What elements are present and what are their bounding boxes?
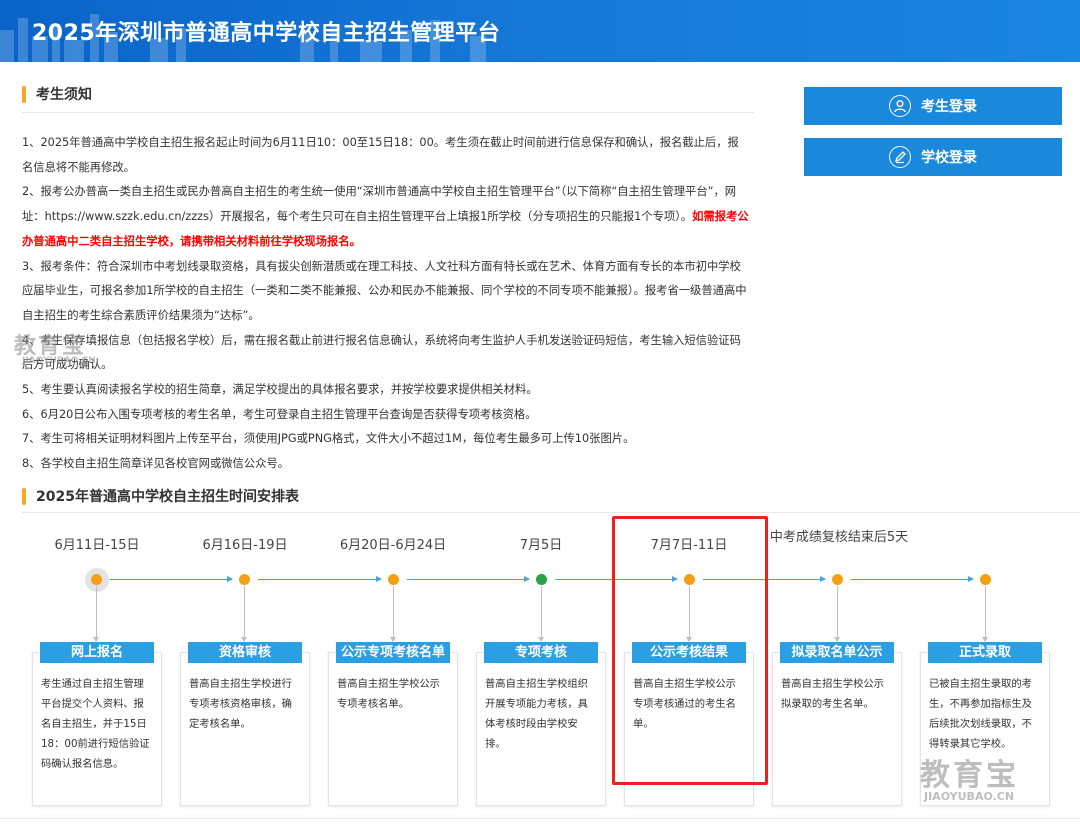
timeline-connector [93, 586, 99, 642]
step-label-4: 专项考核 [484, 642, 598, 663]
timeline-card-desc: 普高自主招生学校进行专项考核资格审核，确定考核名单。 [189, 678, 292, 730]
notice-item-3: 3、报考条件：符合深圳市中考划线录取资格，具有拔尖创新潜质或在理工科技、人文社科… [22, 259, 747, 322]
timeline-arrow-3 [407, 576, 530, 582]
notice-item-6: 6、6月20日公布入围专项考核的考生名单，考生可登录自主招生管理平台查询是否获得… [22, 407, 537, 421]
watermark-url: JIAOYUBAO.CN [22, 356, 96, 366]
timeline-arrow-2 [258, 576, 382, 582]
page-title: 2025年深圳市普通高中学校自主招生管理平台 [32, 21, 501, 46]
timeline-connector [241, 586, 247, 642]
pencil-icon [889, 146, 911, 168]
notice-item-2: 2、报考公办普高一类自主招生或民办普高自主招生的考生统一使用“深圳市普通高中学校… [22, 180, 750, 254]
bottom-divider [0, 818, 1080, 819]
notice-title-text: 考生须知 [36, 87, 92, 103]
school-login-button[interactable]: 学校登录 [804, 138, 1062, 176]
school-login-label: 学校登录 [921, 150, 977, 166]
watermark-logo: 教育宝 [920, 758, 1019, 793]
page-header: 2025年深圳市普通高中学校自主招生管理平台 [0, 0, 1080, 62]
notice-item-4: 4、考生保存填报信息（包括报名学校）后，需在报名截止前进行报名信息确认，系统将向… [22, 333, 741, 372]
timeline-connector [834, 586, 840, 642]
timeline-dot-6 [832, 574, 843, 585]
user-icon [889, 95, 911, 117]
student-login-button[interactable]: 考生登录 [804, 87, 1062, 125]
timeline-dot-2 [239, 574, 250, 585]
timeline-date-2: 6月16日-19日 [202, 538, 288, 553]
notice-section-title: 考生须知 [22, 84, 92, 104]
schedule-title-text: 2025年普通高中学校自主招生时间安排表 [36, 489, 299, 505]
timeline-card-3: 普高自主招生学校公示专项考核名单。 [328, 652, 458, 806]
timeline-card-desc: 考生通过自主招生管理平台提交个人资料、报名自主招生，并于15日18：00前进行短… [41, 678, 150, 770]
timeline-dot-3 [388, 574, 399, 585]
step-label-2: 资格审核 [188, 642, 302, 663]
timeline-date-4: 7月5日 [519, 538, 563, 553]
step-label-6: 拟录取名单公示 [780, 642, 894, 663]
notice-list: 1、2025年普通高中学校自主招生报名起止时间为6月11日10：00至15日18… [22, 131, 750, 477]
schedule-section-title: 2025年普通高中学校自主招生时间安排表 [22, 486, 299, 506]
watermark-url: JIAOYUBAO.CN [924, 790, 1015, 803]
step-label-3: 公示专项考核名单 [336, 642, 450, 663]
timeline-connector [982, 586, 988, 642]
timeline-card-2: 普高自主招生学校进行专项考核资格审核，确定考核名单。 [180, 652, 310, 806]
notice-item-5: 5、考生要认真阅读报名学校的招生简章，满足学校提出的具体报名要求，并按学校要求提… [22, 383, 538, 397]
timeline-dot-7 [980, 574, 991, 585]
timeline-connector [538, 586, 544, 642]
timeline-card-1: 考生通过自主招生管理平台提交个人资料、报名自主招生，并于15日18：00前进行短… [32, 652, 162, 806]
timeline-card-6: 普高自主招生学校公示拟录取的考生名单。 [772, 652, 902, 806]
timeline-date-3: 6月20日-6月24日 [339, 538, 447, 553]
timeline-date-6: 中考成绩复核结束后5天 [769, 530, 909, 545]
timeline-dot-4 [536, 574, 547, 585]
step-label-7: 正式录取 [928, 642, 1042, 663]
student-login-label: 考生登录 [921, 99, 977, 115]
notice-divider [22, 112, 754, 113]
step-label-1: 网上报名 [40, 642, 154, 663]
timeline-arrow-1 [110, 576, 233, 582]
notice-item-1: 1、2025年普通高中学校自主招生报名起止时间为6月11日10：00至15日18… [22, 136, 739, 174]
timeline-arrow-6 [851, 576, 974, 582]
section-accent-bar [22, 85, 26, 103]
timeline-card-desc: 普高自主招生学校组织开展专项能力考核，具体考核时段由学校安排。 [485, 678, 588, 750]
notice-item-7: 7、考生可将相关证明材料图片上传至平台，须使用JPG或PNG格式，文件大小不超过… [22, 432, 635, 446]
timeline-card-4: 普高自主招生学校组织开展专项能力考核，具体考核时段由学校安排。 [476, 652, 606, 806]
timeline-connector [390, 586, 396, 642]
notice-item-8: 8、各学校自主招生简章详见各校官网或微信公众号。 [22, 457, 290, 471]
section-accent-bar [22, 487, 26, 505]
schedule-divider [22, 512, 1080, 513]
timeline-card-desc: 已被自主招生录取的考生，不再参加指标生及后续批次划线录取，不得转录其它学校。 [929, 678, 1032, 750]
timeline-date-1: 6月11日-15日 [54, 538, 140, 553]
notice-item-2-text: 2、报考公办普高一类自主招生或民办普高自主招生的考生统一使用“深圳市普通高中学校… [22, 185, 737, 224]
highlight-box [612, 516, 768, 785]
timeline-dot-1 [91, 574, 102, 585]
